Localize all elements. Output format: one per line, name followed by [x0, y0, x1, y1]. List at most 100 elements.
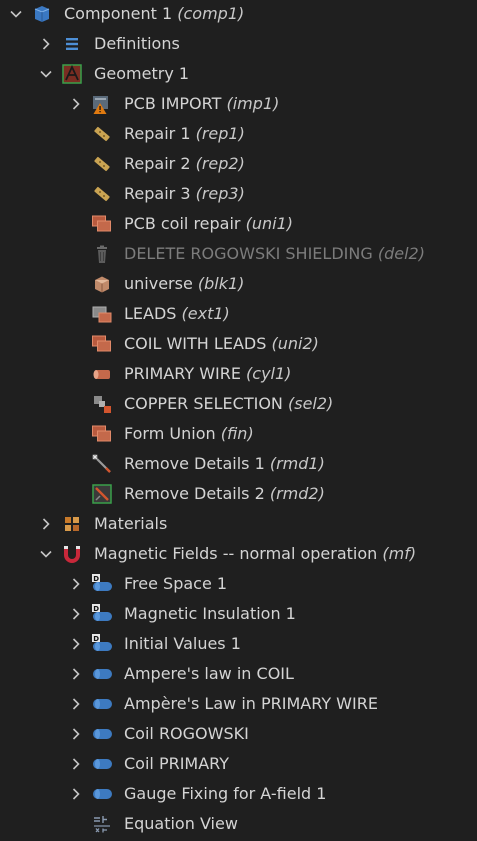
domain-icon: [91, 753, 113, 775]
tree-node-repair-3[interactable]: Repair 3 (rep3): [0, 179, 477, 209]
domain-icon: [91, 783, 113, 805]
tree-node-repair-2[interactable]: Repair 2 (rep2): [0, 149, 477, 179]
selection-icon: [91, 393, 113, 415]
tree-node-label: Definitions: [94, 34, 180, 53]
union-icon: [91, 333, 113, 355]
tree-node-materials[interactable]: Materials: [0, 509, 477, 539]
tree-node-label: Coil PRIMARY: [124, 754, 230, 773]
svg-text:D: D: [93, 605, 99, 613]
tree-node-label: DELETE ROGOWSKI SHIELDING (del2): [124, 244, 425, 263]
tree-node-gauge-fixing[interactable]: Gauge Fixing for A-field 1: [0, 779, 477, 809]
tree-node-primary-wire[interactable]: PRIMARY WIRE (cyl1): [0, 359, 477, 389]
tree-node-label: Materials: [94, 514, 168, 533]
magic-wand-icon: [91, 453, 113, 475]
tree-node-label: Remove Details 1 (rmd1): [124, 454, 325, 473]
model-tree: Component 1 (comp1) Definitions Geometry…: [0, 0, 477, 841]
tree-node-universe[interactable]: universe (blk1): [0, 269, 477, 299]
union-icon: [91, 213, 113, 235]
tree-node-label: Repair 2 (rep2): [124, 154, 245, 173]
tree-node-coil-with-leads[interactable]: COIL WITH LEADS (uni2): [0, 329, 477, 359]
tree-node-coil-rogowski[interactable]: Coil ROGOWSKI: [0, 719, 477, 749]
chevron-right-icon[interactable]: [38, 516, 54, 532]
chevron-right-icon[interactable]: [38, 36, 54, 52]
tree-node-label: COIL WITH LEADS (uni2): [124, 334, 319, 353]
tree-node-label: Initial Values 1: [124, 634, 241, 653]
tree-node-repair-1[interactable]: Repair 1 (rep1): [0, 119, 477, 149]
trash-icon: [91, 243, 113, 265]
tree-node-label: Free Space 1: [124, 574, 228, 593]
equation-view-icon: [91, 813, 113, 835]
tree-node-label: LEADS (ext1): [124, 304, 230, 323]
tree-node-initial-values[interactable]: D Initial Values 1: [0, 629, 477, 659]
tree-node-equation-view[interactable]: Equation View: [0, 809, 477, 839]
repair-icon: [91, 183, 113, 205]
tree-node-free-space[interactable]: D Free Space 1: [0, 569, 477, 599]
domain-icon: [91, 693, 113, 715]
tree-node-label: Gauge Fixing for A-field 1: [124, 784, 327, 803]
tree-node-label: Magnetic Fields -- normal operation (mf): [94, 544, 417, 563]
tree-node-pcb-coil-repair[interactable]: PCB coil repair (uni1): [0, 209, 477, 239]
tree-node-ampere-coil[interactable]: Ampere's law in COIL: [0, 659, 477, 689]
domain-icon: [91, 663, 113, 685]
tree-node-label: COPPER SELECTION (sel2): [124, 394, 334, 413]
tree-node-leads[interactable]: LEADS (ext1): [0, 299, 477, 329]
tree-node-label: PRIMARY WIRE (cyl1): [124, 364, 292, 383]
repair-icon: [91, 123, 113, 145]
tree-node-label: Ampère's Law in PRIMARY WIRE: [124, 694, 378, 713]
chevron-right-icon[interactable]: [68, 786, 84, 802]
tree-node-label: Ampere's law in COIL: [124, 664, 294, 683]
tree-node-label: PCB coil repair (uni1): [124, 214, 293, 233]
tree-node-remove-details-2[interactable]: Remove Details 2 (rmd2): [0, 479, 477, 509]
chevron-right-icon[interactable]: [68, 636, 84, 652]
repair-icon: [91, 153, 113, 175]
tree-node-magnetic-fields[interactable]: Magnetic Fields -- normal operation (mf): [0, 539, 477, 569]
tree-node-ampere-primary-wire[interactable]: Ampère's Law in PRIMARY WIRE: [0, 689, 477, 719]
svg-text:D: D: [93, 635, 99, 643]
chevron-right-icon[interactable]: [68, 606, 84, 622]
tree-node-label: Geometry 1: [94, 64, 190, 83]
chevron-right-icon[interactable]: [68, 666, 84, 682]
tree-node-coil-primary[interactable]: Coil PRIMARY: [0, 749, 477, 779]
tree-node-magnetic-insulation[interactable]: D Magnetic Insulation 1: [0, 599, 477, 629]
tree-node-label: Remove Details 2 (rmd2): [124, 484, 325, 503]
tree-node-label: universe (blk1): [124, 274, 245, 293]
remove-details-icon: [91, 483, 113, 505]
tree-node-label: Coil ROGOWSKI: [124, 724, 249, 743]
tree-node-pcb-import[interactable]: PCB IMPORT (imp1): [0, 89, 477, 119]
component-cube-icon: [31, 3, 53, 25]
tree-node-form-union[interactable]: Form Union (fin): [0, 419, 477, 449]
tree-node-label: Form Union (fin): [124, 424, 254, 443]
tree-node-label: PCB IMPORT (imp1): [124, 94, 280, 113]
tree-node-label: Equation View: [124, 814, 238, 833]
domain-icon: [91, 723, 113, 745]
magnet-icon: [61, 543, 83, 565]
default-domain-icon: D: [91, 573, 113, 595]
tree-node-remove-details-1[interactable]: Remove Details 1 (rmd1): [0, 449, 477, 479]
tree-node-copper-selection[interactable]: COPPER SELECTION (sel2): [0, 389, 477, 419]
tree-node-geometry[interactable]: Geometry 1: [0, 59, 477, 89]
geometry-icon: [61, 63, 83, 85]
default-domain-icon: D: [91, 603, 113, 625]
cylinder-icon: [91, 363, 113, 385]
chevron-right-icon[interactable]: [68, 576, 84, 592]
chevron-right-icon[interactable]: [68, 96, 84, 112]
tree-node-label: Component 1 (comp1): [64, 4, 245, 23]
tree-node-delete-rogowski-shielding[interactable]: DELETE ROGOWSKI SHIELDING (del2): [0, 239, 477, 269]
import-warning-icon: [91, 93, 113, 115]
chevron-right-icon[interactable]: [68, 726, 84, 742]
materials-icon: [61, 513, 83, 535]
chevron-down-icon[interactable]: [38, 546, 54, 562]
tree-node-label: Magnetic Insulation 1: [124, 604, 296, 623]
extrude-icon: [91, 303, 113, 325]
definitions-list-icon: [61, 33, 83, 55]
chevron-down-icon[interactable]: [8, 6, 24, 22]
tree-node-label: Repair 1 (rep1): [124, 124, 245, 143]
chevron-right-icon[interactable]: [68, 756, 84, 772]
default-domain-icon: D: [91, 633, 113, 655]
tree-node-definitions[interactable]: Definitions: [0, 29, 477, 59]
block-icon: [91, 273, 113, 295]
tree-node-label: Repair 3 (rep3): [124, 184, 245, 203]
tree-node-component[interactable]: Component 1 (comp1): [0, 0, 477, 29]
chevron-down-icon[interactable]: [38, 66, 54, 82]
chevron-right-icon[interactable]: [68, 696, 84, 712]
